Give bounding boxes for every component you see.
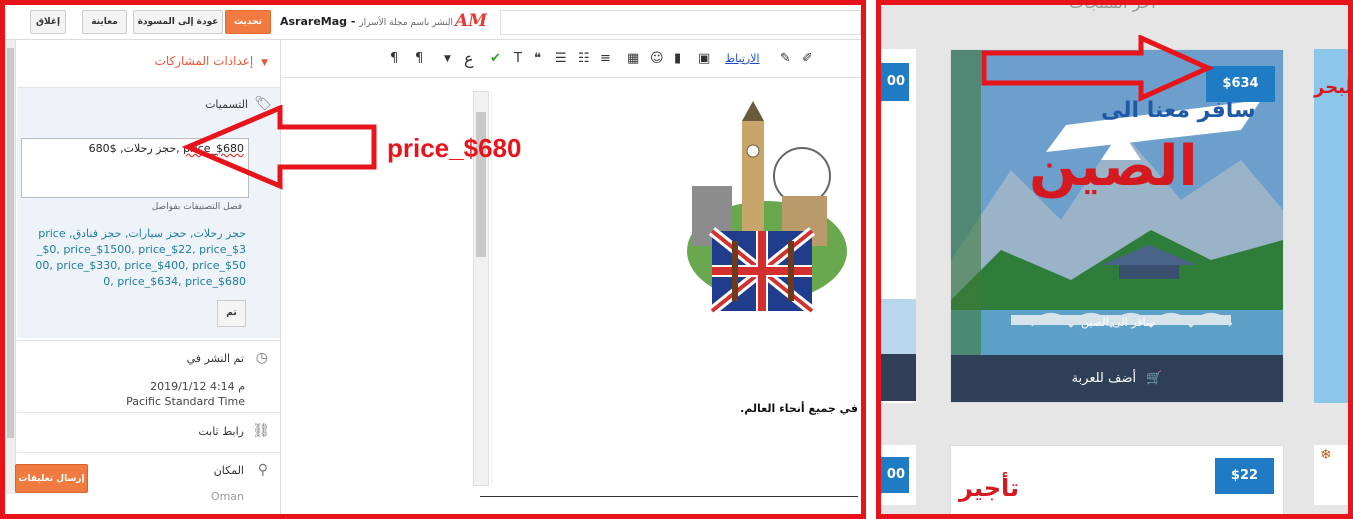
- bullet-list-icon[interactable]: ☰: [555, 50, 567, 68]
- post-settings-header[interactable]: إعدادات المشاركات ▼: [155, 54, 268, 68]
- ornament-icon: ❄: [1320, 447, 1332, 463]
- spellcheck-icon[interactable]: ✔: [490, 50, 501, 68]
- caret-down-icon: ▼: [261, 58, 268, 68]
- card-image-text: تأجير: [959, 474, 1020, 502]
- screenshot-root: إغلاق معاينة عودة إلى المسودة تحديث Asra…: [0, 0, 1353, 519]
- send-feedback-button[interactable]: إرسال تعليقات: [15, 464, 88, 493]
- price-badge: 00: [881, 457, 909, 493]
- blog-logo-icon: AM: [455, 11, 488, 31]
- highlight-icon[interactable]: ✐: [802, 50, 813, 68]
- photo-icon[interactable]: ▣: [698, 50, 710, 68]
- annotation-arrow-right-icon: [981, 35, 1215, 102]
- labels-input-sep: ,: [116, 142, 124, 155]
- emoji-icon[interactable]: ☺: [650, 50, 664, 68]
- rtl-icon[interactable]: ¶: [415, 50, 423, 68]
- location-value: Oman: [210, 490, 244, 503]
- divider: [17, 452, 280, 453]
- align-icon[interactable]: ≡: [600, 50, 611, 68]
- existing-labels-list[interactable]: حجز رحلات, حجز سيارات, حجز فنادق, price_…: [33, 226, 246, 290]
- close-button[interactable]: إغلاق: [30, 10, 66, 34]
- product-card-car-rental[interactable]: $22 تأجير: [950, 445, 1284, 514]
- cart-icon: 🛒: [1146, 371, 1163, 386]
- post-body-text: في جميع أنحاء العالم.: [740, 402, 858, 415]
- done-button[interactable]: تم: [217, 300, 246, 327]
- image-caption: سافر الى الصين: [1081, 316, 1156, 329]
- add-to-cart-button[interactable]: أضف للعربة 🛒: [951, 355, 1283, 402]
- published-heading[interactable]: تم النشر في: [187, 352, 244, 365]
- london-travel-image: [687, 101, 847, 315]
- preview-button[interactable]: معاينة: [82, 10, 127, 34]
- update-button[interactable]: تحديث: [225, 10, 271, 34]
- editor-panel: إغلاق معاينة عودة إلى المسودة تحديث Asra…: [0, 0, 866, 519]
- labels-input-price-plain: $680: [88, 142, 117, 155]
- post-title: AsrareMag - النشر باسم مجلة الأسرار: [280, 15, 453, 28]
- location-heading[interactable]: المكان: [214, 464, 244, 477]
- price-badge: 00: [881, 63, 909, 101]
- video-icon[interactable]: ▮: [674, 50, 681, 68]
- timezone: Pacific Standard Time: [126, 395, 245, 408]
- clock-icon: ◷: [255, 350, 268, 366]
- text-color-icon[interactable]: ✎: [780, 50, 791, 68]
- link-button[interactable]: الارتباط: [725, 50, 760, 68]
- store-heading: اخر المنتجات: [1069, 0, 1156, 12]
- editor-topbar: إغلاق معاينة عودة إلى المسودة تحديث Asra…: [5, 5, 861, 40]
- post-body-editor[interactable]: في جميع أنحاء العالم.: [491, 91, 861, 486]
- product-card-partial-right[interactable]: البحر: [1314, 49, 1353, 403]
- product-card-partial-left[interactable]: 00: [881, 49, 916, 403]
- more-dropdown-icon[interactable]: ▼: [444, 50, 451, 68]
- published-date: 2019/1/12 4:14 م: [150, 380, 245, 393]
- card-image: [881, 299, 916, 354]
- labels-input-prefix: حجز رحلات: [123, 142, 177, 155]
- add-to-cart-label: أضف للعربة: [1071, 371, 1137, 386]
- post-title-sub: النشر باسم مجلة الأسرار: [359, 18, 454, 28]
- image-title-main: الصين: [1029, 134, 1198, 199]
- product-card-partial-right[interactable]: ❄: [1314, 445, 1348, 505]
- card-image-text: البحر: [1314, 77, 1353, 98]
- annotation-arrow-left-icon: [181, 105, 377, 190]
- store-panel: اخر المنتجات 00 00 سافر معنا الى الصين س…: [876, 0, 1353, 519]
- post-title-main: AsrareMag -: [280, 15, 356, 28]
- font-icon[interactable]: ع: [464, 50, 474, 68]
- product-card-partial-left[interactable]: 00: [881, 445, 916, 505]
- add-to-cart-button[interactable]: [881, 354, 916, 401]
- labels-help-text: فصل التصنيفات بفواصل: [151, 202, 242, 212]
- divider: [17, 340, 280, 341]
- sidebar-scroll-thumb[interactable]: [7, 48, 14, 438]
- divider: [480, 496, 858, 497]
- revert-to-draft-button[interactable]: عودة إلى المسودة: [133, 10, 223, 34]
- price-badge: $634: [1206, 66, 1275, 102]
- ltr-icon[interactable]: ¶: [390, 50, 398, 68]
- permalink-heading[interactable]: رابط ثابت: [198, 425, 244, 438]
- editor-toolbar: ¶ ¶ ▼ ع ✔ T ❝ ☰ ☷ ≡ ▦ ☺ ▮ ▣ الارتباط ✎ ✐: [282, 40, 861, 78]
- settings-header-label: إعدادات المشاركات: [154, 54, 254, 68]
- title-field[interactable]: [500, 10, 861, 35]
- price-badge: $22: [1215, 458, 1274, 494]
- sidebar-scrollbar[interactable]: [5, 40, 16, 494]
- location-pin-icon: ⚲: [257, 462, 268, 478]
- divider: [17, 412, 280, 413]
- image-icon[interactable]: ▦: [627, 50, 639, 68]
- quote-icon[interactable]: ❝: [534, 50, 541, 68]
- clear-format-icon[interactable]: T: [514, 50, 522, 68]
- annotation-price-label: price_$680: [387, 133, 522, 163]
- link-icon: ⛓: [252, 423, 270, 439]
- numbered-list-icon[interactable]: ☷: [578, 50, 590, 68]
